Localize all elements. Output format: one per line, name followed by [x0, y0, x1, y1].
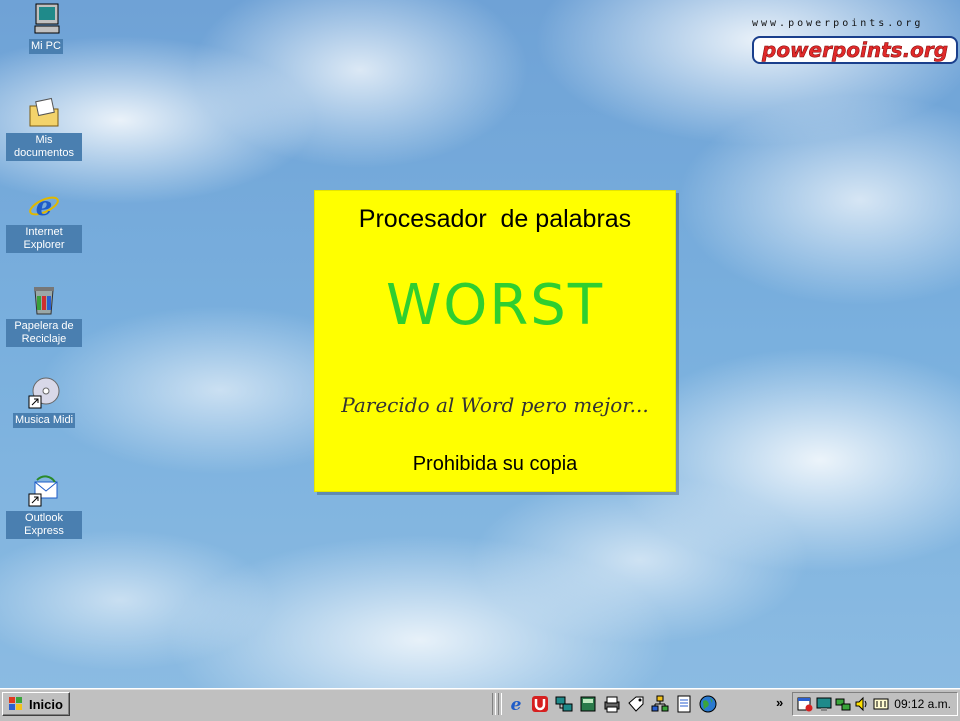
start-button[interactable]: Inicio: [2, 692, 70, 716]
taskbar-separator: [498, 693, 502, 715]
svg-text:e: e: [36, 192, 53, 222]
taskbar: Inicio e » 09:12 a.m.: [0, 688, 960, 721]
note-product-name: WORST: [385, 273, 605, 338]
desktop-icon-outlook-express[interactable]: Outlook Express: [6, 474, 82, 539]
note-heading: Procesador de palabras: [358, 205, 632, 233]
windows-logo-icon: [9, 697, 22, 710]
internet-explorer-icon: e: [29, 192, 59, 222]
clock[interactable]: 09:12 a.m.: [894, 697, 951, 711]
quick-launch-overflow-button[interactable]: »: [776, 695, 783, 710]
notepad-icon[interactable]: [674, 694, 694, 714]
monitor-icon[interactable]: [816, 696, 832, 712]
volume-icon[interactable]: [854, 696, 870, 712]
desktop-icon-label: Musica Midi: [12, 413, 76, 428]
my-computer-icon: [34, 3, 60, 34]
quick-launch-bar: e: [506, 694, 718, 714]
keyboard-icon[interactable]: [873, 696, 889, 712]
desktop-icon-label: Mis documentos: [6, 133, 82, 161]
calculator-icon[interactable]: [578, 694, 598, 714]
desktop-icon-papelera[interactable]: Papelera de Reciclaje: [6, 282, 82, 347]
globe-icon[interactable]: [698, 694, 718, 714]
desktop-icon-label: Outlook Express: [6, 511, 82, 539]
desktop-icon-musica-midi[interactable]: Musica Midi: [6, 376, 82, 428]
desktop-icon-mis-documentos[interactable]: Mis documentos: [6, 96, 82, 161]
tag-icon[interactable]: [626, 694, 646, 714]
svg-text:e: e: [511, 695, 522, 714]
desktop-icon-mi-pc[interactable]: Mi PC: [8, 2, 84, 54]
internet-explorer-icon[interactable]: e: [506, 694, 526, 714]
recycle-bin-icon: [34, 287, 54, 315]
my-documents-icon: [29, 97, 59, 127]
start-label: Inicio: [29, 696, 63, 712]
brand-logo: powerpoints.org: [752, 36, 959, 64]
desktop-icon-label: Papelera de Reciclaje: [6, 319, 82, 347]
watermark-url: www.powerpoints.org: [752, 18, 924, 29]
desktop-icon-label: Internet Explorer: [6, 225, 82, 253]
note-footer: Prohibida su copia: [412, 453, 578, 475]
network-tray-icon[interactable]: [835, 696, 851, 712]
outlook-express-icon: [28, 475, 58, 507]
desktop: Mi PC Mis documentos e Internet Explorer…: [0, 0, 960, 688]
network-icon[interactable]: [554, 694, 574, 714]
taskbar-separator: [492, 693, 496, 715]
yellow-note: Procesador de palabras WORST Parecido al…: [314, 190, 676, 492]
red-u-app-icon[interactable]: [530, 694, 550, 714]
note-tagline: Parecido al Word pero mejor...: [341, 393, 649, 417]
schedule-icon[interactable]: [797, 696, 813, 712]
desktop-icon-label: Mi PC: [29, 39, 63, 54]
system-tray: 09:12 a.m.: [792, 692, 958, 716]
music-cd-shortcut-icon: [28, 377, 60, 409]
org-chart-icon[interactable]: [650, 694, 670, 714]
desktop-icon-internet-explorer[interactable]: e Internet Explorer: [6, 188, 82, 253]
printer-icon[interactable]: [602, 694, 622, 714]
